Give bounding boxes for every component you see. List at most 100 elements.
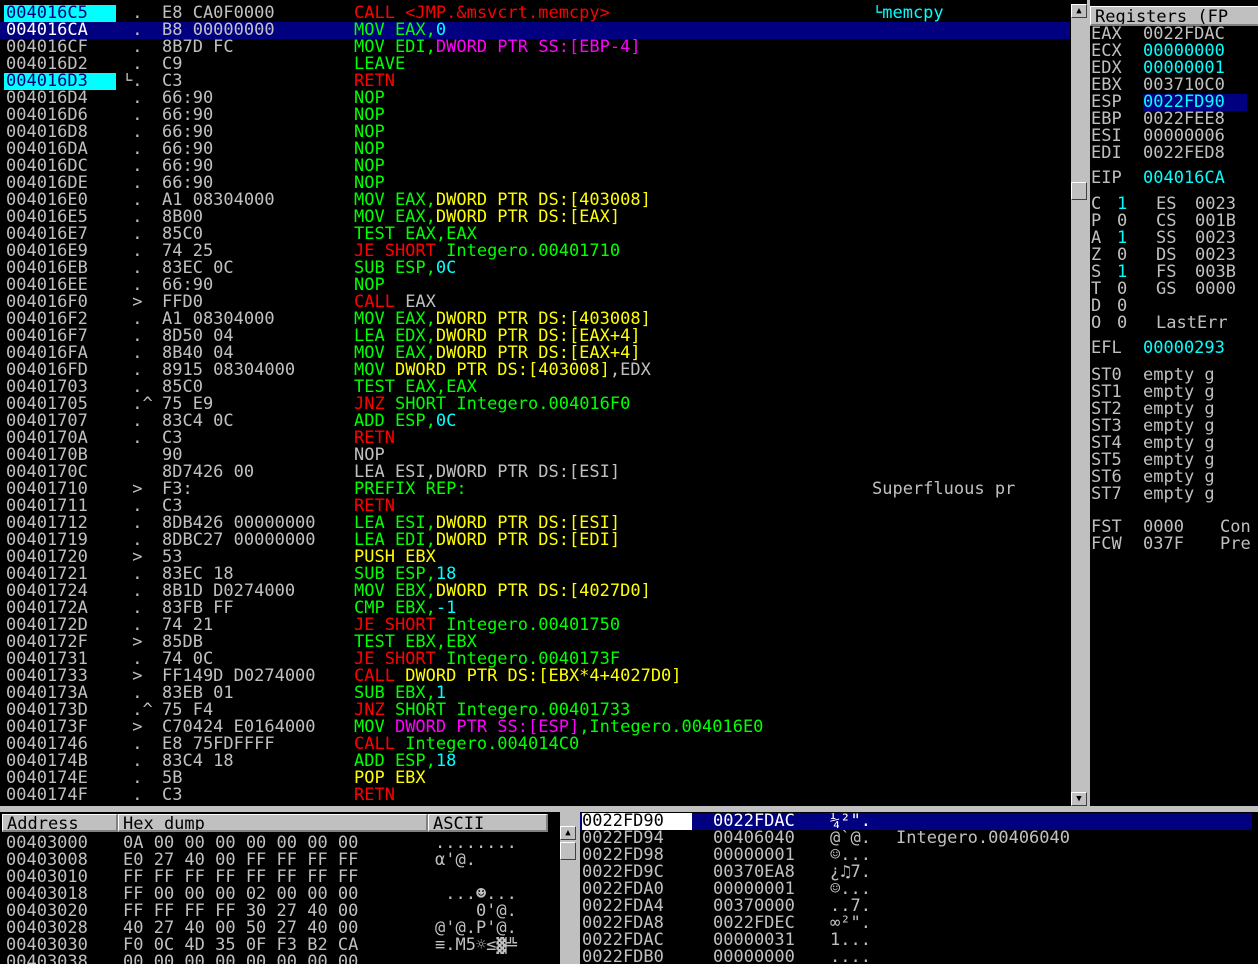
disasm-row[interactable]: 004016F0 > FFD0 CALL EAX (0, 294, 1070, 311)
disasm-row[interactable]: 004016FD . 8915 08304000 MOV DWORD PTR DS:… (0, 362, 1070, 379)
disasm-row[interactable]: 00401733 > FF149D D0274000 CALL DWORD PTR … (0, 668, 1070, 685)
disasm-row[interactable]: 004016EE . 66:90 NOP (0, 277, 1070, 294)
disasm-row[interactable]: 004016CF . 8B7D FC MOV EDI,DWORD PTR SS:[E… (0, 39, 1070, 56)
fpu-register-row[interactable]: ST0 empty g (1090, 367, 1258, 384)
disasm-row[interactable]: 004016CA . B8 00000000 MOV EAX,0 (0, 22, 1070, 39)
fpu-register-row[interactable]: ST4 empty g (1090, 435, 1258, 452)
dump-scroll-up-button[interactable]: ▲ (560, 826, 576, 840)
dump-row[interactable]: 00403038 00 00 00 00 00 00 00 00........ (0, 954, 560, 964)
dump-row[interactable]: 00403010 FF FF FF FF FF FF FF FF (0, 869, 560, 886)
flag-row[interactable]: D0 (1090, 298, 1258, 315)
fpu-register-row[interactable]: ST2 empty g (1090, 401, 1258, 418)
disasm-row[interactable]: 0040174E . 5B POP EBX (0, 770, 1070, 787)
flag-row[interactable]: C 1 ES 0023 (1090, 196, 1258, 213)
disasm-row[interactable]: 00401720 >53 PUSH EBX (0, 549, 1070, 566)
disasm-row[interactable]: 004016DC . 66:90 NOP (0, 158, 1070, 175)
disasm-row[interactable]: 004016D8 . 66:90 NOP (0, 124, 1070, 141)
disasm-row[interactable]: 00401703 . 85C0 TEST EAX,EAX (0, 379, 1070, 396)
disasm-row[interactable]: 00401746 . E8 75FDFFFF CALL Integero.00401… (0, 736, 1070, 753)
stack-row[interactable]: 0022FDA4 00370000 ..7. (580, 898, 1252, 915)
stack-row[interactable]: 0022FD90 0022FDAC ¼²". (580, 813, 1252, 830)
disasm-row[interactable]: 0040170C 8D7426 00 LEA ESI,DWORD PTR DS:[E… (0, 464, 1070, 481)
fpu-register-row[interactable]: ST6 empty g (1090, 469, 1258, 486)
flag-row[interactable]: S 1 FS 003B (1090, 264, 1258, 281)
disasm-row[interactable]: 004016D2 . C9 LEAVE (0, 56, 1070, 73)
disasm-row[interactable]: 0040174F . C3 RETN (0, 787, 1070, 804)
dump-scrollbar[interactable]: ▲ (560, 812, 576, 964)
disasm-row[interactable]: 00401731 . 74 0C JE SHORT Integero.0040173… (0, 651, 1070, 668)
registers-header[interactable]: Registers (FP (1090, 6, 1258, 26)
disasm-row[interactable]: 00401719 . 8DBC27 00000000 LEA EDI,DWORD P… (0, 532, 1070, 549)
register-edx[interactable]: EDX 00000001 (1090, 60, 1258, 77)
hex-dump-column-header[interactable]: Hex dump (118, 814, 428, 832)
address-column-header[interactable]: Address (2, 814, 118, 832)
disasm-row[interactable]: 004016D4 . 66:90 NOP (0, 90, 1070, 107)
disassembly-pane[interactable]: 004016C5 . E8 CA0F0000 CALL <JMP.&msvcrt.m… (0, 4, 1070, 806)
flag-row[interactable]: T 0 GS 0000 (1090, 281, 1258, 298)
disasm-row[interactable]: 0040172A . 83FB FF CMP EBX,-1 (0, 600, 1070, 617)
registers-pane[interactable]: Registers (FP EAX 0022FDAC ECX 00000000 EDX 0… (1090, 4, 1258, 810)
disasm-row[interactable]: 0040170B 90 NOP (0, 447, 1070, 464)
disasm-row[interactable]: 00401721 . 83EC 18 SUB ESP,18 (0, 566, 1070, 583)
dump-row[interactable]: 00403008 E0 27 40 00 FF FF FF FF α'@. (0, 852, 560, 869)
fpu-register-row[interactable]: ST7 empty g (1090, 486, 1258, 503)
fpu-register-row[interactable]: ST3 empty g (1090, 418, 1258, 435)
disasm-row[interactable]: 004016E9 . 74 25 JE SHORT Integero.0040171… (0, 243, 1070, 260)
dump-pane[interactable]: Address Hex dump ASCII 00403000 0A 00 00 … (0, 812, 560, 964)
disasm-row[interactable]: 004016F2 . A1 08304000 MOV EAX,DWORD PTR D… (0, 311, 1070, 328)
disasm-row[interactable]: 004016D6 . 66:90 NOP (0, 107, 1070, 124)
dump-row[interactable]: 00403000 0A 00 00 00 00 00 00 00........ (0, 835, 560, 852)
register-efl[interactable]: EFL 00000293 (1090, 340, 1258, 357)
scroll-up-button[interactable]: ▲ (1071, 4, 1087, 18)
flag-row[interactable]: Z 0 DS 0023 (1090, 247, 1258, 264)
disasm-row[interactable]: 004016D3 └. C3 RETN (0, 73, 1070, 90)
register-ecx[interactable]: ECX 00000000 (1090, 43, 1258, 60)
disassembly-scrollbar[interactable]: ▲ ▼ (1071, 4, 1087, 806)
disasm-row[interactable]: 004016EB . 83EC 0C SUB ESP,0C (0, 260, 1070, 277)
disasm-row[interactable]: 0040173A . 83EB 01 SUB EBX,1 (0, 685, 1070, 702)
dump-scroll-thumb[interactable] (560, 842, 576, 860)
register-ebp[interactable]: EBP 0022FEE8 (1090, 111, 1258, 128)
ascii-column-header[interactable]: ASCII (428, 814, 548, 832)
fpu-register-row[interactable]: ST1 empty g (1090, 384, 1258, 401)
disasm-row[interactable]: 00401712 . 8DB426 00000000 LEA ESI,DWORD P… (0, 515, 1070, 532)
disasm-row[interactable]: 0040173D .^ 75 F4 JNZ SHORT Integero.00401… (0, 702, 1070, 719)
dump-row[interactable]: 00403028 40 27 40 00 50 27 40 00 @'@.P'@. (0, 920, 560, 937)
disasm-row[interactable]: 0040174B . 83C4 18 ADD ESP,18 (0, 753, 1070, 770)
scroll-thumb[interactable] (1071, 182, 1087, 200)
register-edi[interactable]: EDI 0022FED8 (1090, 145, 1258, 162)
dump-row[interactable]: 00403020 FF FF FF FF 30 27 40 00 0'@. (0, 903, 560, 920)
disasm-row[interactable]: 004016C5 . E8 CA0F0000 CALL <JMP.&msvcrt.m… (0, 5, 1070, 22)
dump-row[interactable]: 00403030 F0 0C 4D 35 0F F3 B2 CA ≡.M5☼≤▓╩ (0, 937, 560, 954)
disasm-row[interactable]: 004016E0 . A1 08304000 MOV EAX,DWORD PTR D… (0, 192, 1070, 209)
disasm-row[interactable]: 004016F7 . 8D50 04 LEA EDX,DWORD PTR DS:[E… (0, 328, 1070, 345)
disasm-row[interactable]: 004016E5 . 8B00 MOV EAX,DWORD PTR DS:[EAX] (0, 209, 1070, 226)
stack-row[interactable]: 0022FDA0 00000001 ☺... (580, 881, 1252, 898)
register-fst[interactable]: FST 0000 Con (1090, 519, 1258, 536)
stack-row[interactable]: 0022FD98 00000001 ☺... (580, 847, 1252, 864)
disasm-row[interactable]: 00401707 . 83C4 0C ADD ESP,0C (0, 413, 1070, 430)
register-eax[interactable]: EAX 0022FDAC (1090, 26, 1258, 43)
disasm-row[interactable]: 0040172F >85DB TEST EBX,EBX (0, 634, 1070, 651)
register-esi[interactable]: ESI 00000006 (1090, 128, 1258, 145)
scroll-down-button[interactable]: ▼ (1071, 792, 1087, 806)
stack-row[interactable]: 0022FDA8 0022FDEC ∞²". (580, 915, 1252, 932)
stack-pane[interactable]: 0022FD90 0022FDAC ¼²". 0022FD94 00406040 @`@.… (580, 812, 1258, 964)
flag-row[interactable]: O 0 LastErr (1090, 315, 1258, 332)
register-ebx[interactable]: EBX 003710C0 (1090, 77, 1258, 94)
disasm-row[interactable]: 00401710 > F3: PREFIX REP: Superfluous pr (0, 481, 1070, 498)
flag-row[interactable]: A 1 SS 0023 (1090, 230, 1258, 247)
disasm-row[interactable]: 0040173F > C70424 E0164000 MOV DWORD PTR S… (0, 719, 1070, 736)
flag-row[interactable]: P 0 CS 001B (1090, 213, 1258, 230)
stack-row[interactable]: 0022FDB0 00000000.... (580, 949, 1252, 964)
disasm-row[interactable]: 00401724 . 8B1D D0274000 MOV EBX,DWORD PTR… (0, 583, 1070, 600)
disasm-row[interactable]: 00401711 . C3 RETN (0, 498, 1070, 515)
disasm-row[interactable]: 00401705 .^ 75 E9 JNZ SHORT Integero.00401… (0, 396, 1070, 413)
stack-row[interactable]: 0022FD9C 00370EA8 ¿♫7. (580, 864, 1252, 881)
disasm-row[interactable]: 004016E7 . 85C0 TEST EAX,EAX (0, 226, 1070, 243)
disasm-row[interactable]: 0040170A . C3 RETN (0, 430, 1070, 447)
register-esp[interactable]: ESP 0022FD90 (1090, 94, 1258, 111)
stack-row[interactable]: 0022FDAC 00000031 1... (580, 932, 1252, 949)
register-eip[interactable]: EIP 004016CA (1090, 170, 1258, 187)
disasm-row[interactable]: 004016DA . 66:90 NOP (0, 141, 1070, 158)
